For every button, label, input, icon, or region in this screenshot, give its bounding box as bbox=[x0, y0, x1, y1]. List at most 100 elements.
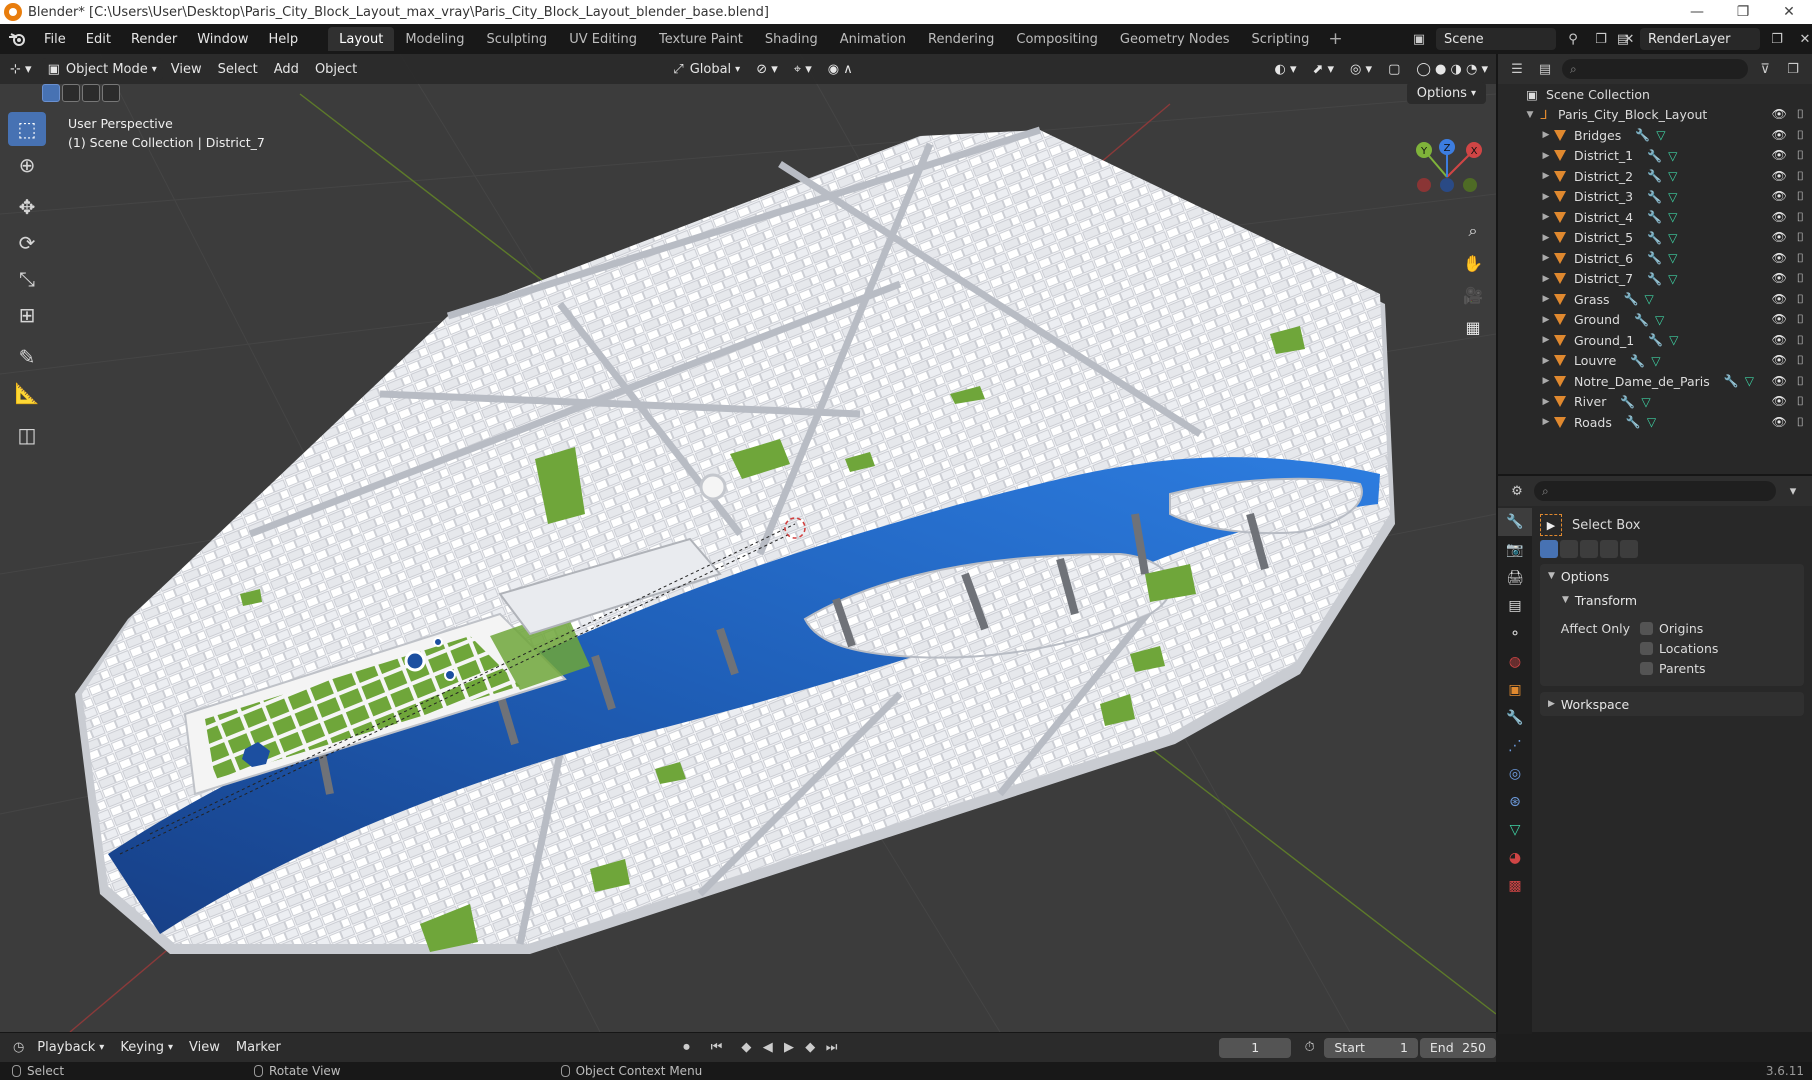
navigation-gizmo[interactable]: X Y Z bbox=[1406, 127, 1488, 209]
particles-tab-icon[interactable]: ⋰ bbox=[1498, 732, 1532, 760]
perspective-grid-icon[interactable]: ▦ bbox=[1458, 312, 1488, 342]
mode-subtract-icon[interactable] bbox=[1580, 540, 1598, 558]
blender-menu-icon[interactable] bbox=[8, 29, 34, 49]
eye-icon[interactable]: 👁 bbox=[1772, 292, 1787, 307]
eye-icon[interactable]: 👁 bbox=[1772, 394, 1787, 409]
parents-checkbox[interactable]: Parents bbox=[1640, 658, 1718, 678]
modifier-wrench-icon[interactable]: 🔧 bbox=[1647, 210, 1662, 224]
outliner-item-district-2[interactable]: ▶ District_2 🔧 ▽ 👁 ⌷ bbox=[1498, 166, 1812, 187]
eye-icon[interactable]: 👁 bbox=[1772, 374, 1787, 389]
data-tab-icon[interactable]: ▽ bbox=[1498, 816, 1532, 844]
select-extend-icon[interactable] bbox=[62, 84, 80, 102]
mode-intersect-icon[interactable] bbox=[1620, 540, 1638, 558]
start-frame-field[interactable]: Start 1 bbox=[1324, 1037, 1418, 1058]
view-layer-selector[interactable]: ▤ RenderLayer ❐ ✕ bbox=[1612, 28, 1812, 50]
properties-editor-icon[interactable]: ⚙ bbox=[1506, 480, 1528, 502]
world-tab-icon[interactable]: ◍ bbox=[1498, 648, 1532, 676]
expand-arrow-icon[interactable]: ▶ bbox=[1540, 274, 1552, 284]
zoom-icon[interactable]: ⌕ bbox=[1458, 216, 1488, 246]
object-tab-icon[interactable]: ▣ bbox=[1498, 676, 1532, 704]
mode-new-icon[interactable] bbox=[1540, 540, 1558, 558]
camera-render-icon[interactable]: ⌷ bbox=[1797, 312, 1804, 327]
modifier-wrench-icon[interactable]: 🔧 bbox=[1647, 169, 1662, 183]
origins-checkbox[interactable]: Origins bbox=[1640, 618, 1718, 638]
modifier-wrench-icon[interactable]: 🔧 bbox=[1620, 395, 1635, 409]
scene-name-field[interactable]: Scene bbox=[1436, 28, 1556, 50]
eye-icon[interactable]: 👁 bbox=[1772, 189, 1787, 204]
tab-rendering[interactable]: Rendering bbox=[917, 27, 1005, 51]
proportional-edit-icon[interactable]: ◉ ∧ bbox=[820, 58, 861, 80]
delete-view-layer-icon[interactable]: ✕ bbox=[1794, 28, 1812, 50]
camera-render-icon[interactable]: ⌷ bbox=[1797, 128, 1804, 143]
menu-view[interactable]: View bbox=[163, 58, 210, 80]
scene-collection-row[interactable]: ▣ Scene Collection bbox=[1498, 84, 1812, 105]
workspace-panel-header[interactable]: ▶ Workspace bbox=[1540, 692, 1804, 716]
camera-view-icon[interactable]: 🎥 bbox=[1458, 280, 1488, 310]
modifier-wrench-icon[interactable]: 🔧 bbox=[1648, 333, 1663, 347]
modifier-wrench-icon[interactable]: 🔧 bbox=[1626, 415, 1641, 429]
modifier-wrench-icon[interactable]: 🔧 bbox=[1647, 272, 1662, 286]
outliner-item-river[interactable]: ▶ River 🔧 ▽ 👁 ⌷ bbox=[1498, 392, 1812, 413]
move-tool-icon[interactable]: ✥ bbox=[8, 190, 46, 224]
scale-tool-icon[interactable]: ⤡ bbox=[8, 262, 46, 296]
expand-arrow-icon[interactable]: ▶ bbox=[1540, 192, 1552, 202]
eye-icon[interactable]: 👁 bbox=[1772, 230, 1787, 245]
collection-row[interactable]: ▼ ⅃ Paris_City_Block_Layout 👁 ⌷ bbox=[1498, 105, 1812, 126]
overlay-toggle-icon[interactable]: ◎ ▾ bbox=[1342, 58, 1380, 80]
expand-arrow-icon[interactable]: ▶ bbox=[1540, 233, 1552, 243]
stopwatch-icon[interactable]: ⏱ bbox=[1299, 1037, 1320, 1059]
expand-arrow-icon[interactable]: ▶ bbox=[1540, 212, 1552, 222]
outliner-item-district-3[interactable]: ▶ District_3 🔧 ▽ 👁 ⌷ bbox=[1498, 187, 1812, 208]
close-button[interactable]: ✕ bbox=[1766, 0, 1812, 24]
modifier-tab-icon[interactable]: 🔧 bbox=[1498, 704, 1532, 732]
tab-sculpting[interactable]: Sculpting bbox=[475, 27, 558, 51]
outliner-item-district-6[interactable]: ▶ District_6 🔧 ▽ 👁 ⌷ bbox=[1498, 248, 1812, 269]
camera-render-icon[interactable]: ⌷ bbox=[1797, 148, 1804, 163]
visibility-icon[interactable]: ◐ ▾ bbox=[1266, 58, 1304, 80]
menu-add[interactable]: Add bbox=[266, 58, 307, 80]
physics-tab-icon[interactable]: ◎ bbox=[1498, 760, 1532, 788]
new-view-layer-icon[interactable]: ❐ bbox=[1766, 28, 1788, 50]
add-workspace-icon[interactable]: + bbox=[1320, 29, 1350, 49]
expand-arrow-icon[interactable]: ▶ bbox=[1540, 397, 1552, 407]
mesh-data-icon[interactable]: ▽ bbox=[1647, 415, 1656, 429]
mesh-data-icon[interactable]: ▽ bbox=[1651, 354, 1660, 368]
select-new-icon[interactable] bbox=[42, 84, 60, 102]
gizmo-toggle-icon[interactable]: ⬈ ▾ bbox=[1304, 58, 1342, 80]
camera-render-icon[interactable]: ⌷ bbox=[1797, 169, 1804, 184]
camera-render-icon[interactable]: ⌷ bbox=[1797, 251, 1804, 266]
menu-playback[interactable]: Playback ▾ bbox=[29, 1037, 112, 1059]
options-panel-header[interactable]: ▼ Options bbox=[1540, 564, 1804, 588]
modifier-wrench-icon[interactable]: 🔧 bbox=[1724, 374, 1739, 388]
eye-icon[interactable]: 👁 bbox=[1772, 169, 1787, 184]
camera-render-icon[interactable]: ⌷ bbox=[1797, 107, 1804, 122]
mesh-data-icon[interactable]: ▽ bbox=[1668, 149, 1677, 163]
eye-icon[interactable]: 👁 bbox=[1772, 210, 1787, 225]
expand-arrow-icon[interactable]: ▶ bbox=[1540, 294, 1552, 304]
output-tab-icon[interactable]: 🖨 bbox=[1498, 564, 1532, 592]
mesh-data-icon[interactable]: ▽ bbox=[1655, 313, 1664, 327]
modifier-wrench-icon[interactable]: 🔧 bbox=[1635, 128, 1650, 142]
menu-edit[interactable]: Edit bbox=[76, 24, 121, 54]
mesh-data-icon[interactable]: ▽ bbox=[1668, 251, 1677, 265]
pivot-point-icon[interactable]: ⊘ ▾ bbox=[748, 58, 786, 80]
eye-icon[interactable]: 👁 bbox=[1772, 271, 1787, 286]
material-tab-icon[interactable]: ◕ bbox=[1498, 844, 1532, 872]
mesh-data-icon[interactable]: ▽ bbox=[1668, 272, 1677, 286]
record-icon[interactable]: ⏺ bbox=[676, 1037, 697, 1059]
mesh-data-icon[interactable]: ▽ bbox=[1668, 169, 1677, 183]
menu-render[interactable]: Render bbox=[121, 24, 187, 54]
render-tab-icon[interactable]: 📷 bbox=[1498, 536, 1532, 564]
play-icon[interactable]: ▶ bbox=[778, 1037, 799, 1059]
pan-hand-icon[interactable]: ✋ bbox=[1458, 248, 1488, 278]
mesh-data-icon[interactable]: ▽ bbox=[1668, 190, 1677, 204]
expand-arrow-icon[interactable]: ▶ bbox=[1540, 417, 1552, 427]
eye-icon[interactable]: 👁 bbox=[1772, 312, 1787, 327]
jump-start-icon[interactable]: ⏮ bbox=[697, 1037, 736, 1059]
mesh-data-icon[interactable]: ▽ bbox=[1669, 333, 1678, 347]
menu-marker[interactable]: Marker bbox=[228, 1037, 289, 1059]
transform-tool-icon[interactable]: ⊞ bbox=[8, 298, 46, 332]
mesh-data-icon[interactable]: ▽ bbox=[1644, 292, 1653, 306]
play-reverse-icon[interactable]: ◀ bbox=[757, 1037, 778, 1059]
eye-icon[interactable]: 👁 bbox=[1772, 251, 1787, 266]
